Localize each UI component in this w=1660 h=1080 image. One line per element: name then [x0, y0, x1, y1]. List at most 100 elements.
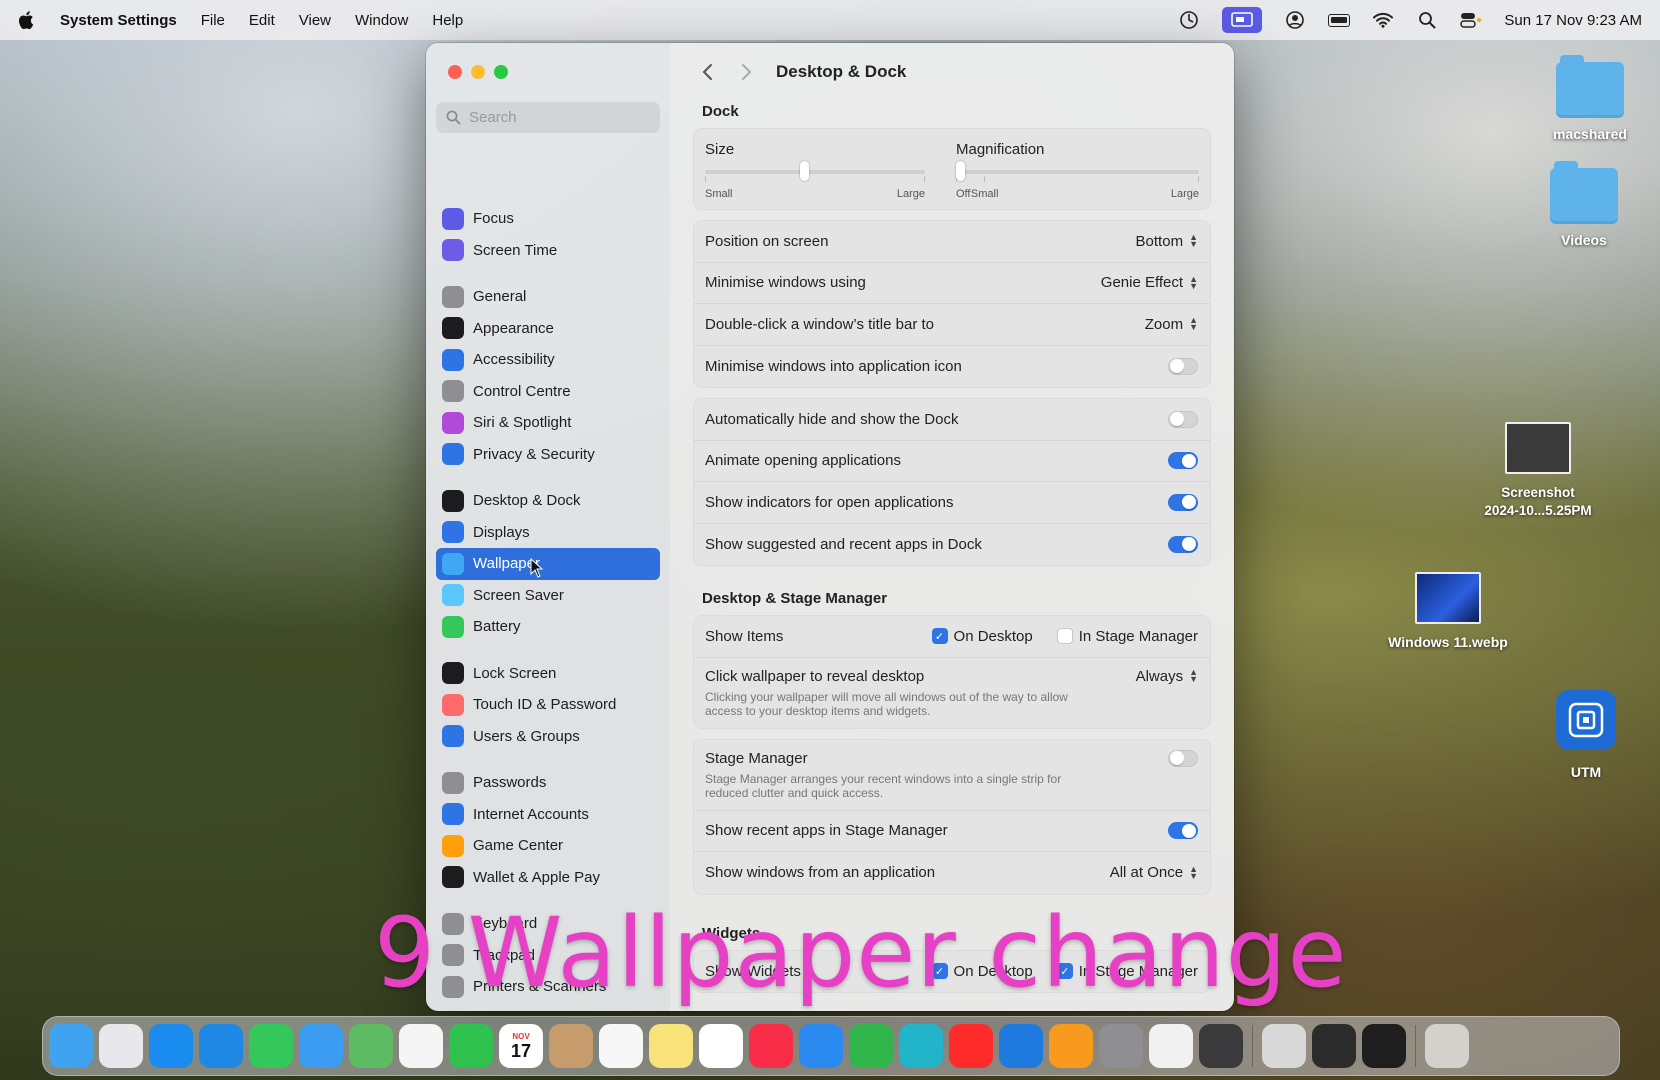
back-button[interactable] [694, 58, 722, 86]
show-recent-apps-toggle[interactable] [1168, 822, 1198, 840]
screen-mirroring-icon[interactable] [1222, 7, 1263, 33]
forward-button[interactable] [732, 58, 760, 86]
control-centre-icon[interactable] [1460, 11, 1482, 29]
chrome-icon[interactable] [1149, 1024, 1193, 1068]
desktop-item-windows11[interactable]: Windows 11.webp [1386, 572, 1510, 650]
windows-app-icon[interactable] [999, 1024, 1043, 1068]
size-slider-knob[interactable] [799, 161, 809, 181]
music-icon[interactable] [749, 1024, 793, 1068]
menu-app-name[interactable]: System Settings [60, 12, 177, 29]
setting-toggle[interactable] [1168, 535, 1198, 553]
sidebar-item-siri-spotlight[interactable]: Siri & Spotlight [436, 407, 660, 439]
setting-toggle[interactable] [1168, 452, 1198, 470]
keynote-icon[interactable] [799, 1024, 843, 1068]
row-label: Show Items [705, 627, 784, 645]
sidebar-item-displays[interactable]: Displays [436, 517, 660, 549]
setting-toggle[interactable] [1168, 493, 1198, 511]
menu-view[interactable]: View [299, 12, 331, 29]
sidebar-item-screen-time[interactable]: Screen Time [436, 235, 660, 267]
on-desktop-checkbox[interactable]: ✓ On Desktop [931, 628, 1033, 645]
sidebar-item-touch-id-password[interactable]: Touch ID & Password [436, 689, 660, 721]
zoom-button[interactable] [494, 65, 508, 79]
setting-toggle[interactable] [1168, 410, 1198, 428]
screen-time-status-icon[interactable] [1178, 11, 1200, 29]
messages-icon[interactable] [249, 1024, 293, 1068]
safari-icon[interactable] [199, 1024, 243, 1068]
in-stage-manager-checkbox[interactable]: In Stage Manager [1056, 628, 1198, 645]
finder-icon[interactable] [49, 1024, 93, 1068]
desktop-item-macshared[interactable]: macshared [1544, 55, 1636, 142]
sidebar-item-passwords[interactable]: Passwords [436, 767, 660, 799]
stage-manager-row: Stage Manager Stage Manager arranges you… [694, 740, 1210, 811]
contacts-icon[interactable] [549, 1024, 593, 1068]
sidebar-item-screen-saver[interactable]: Screen Saver [436, 580, 660, 612]
quicktime-icon[interactable] [1199, 1024, 1243, 1068]
apple-icon[interactable] [18, 11, 34, 29]
minimise-into-app-icon-toggle[interactable] [1168, 357, 1198, 375]
magnification-slider[interactable] [956, 161, 1199, 182]
wallet-icon [442, 866, 464, 889]
sidebar-item-battery[interactable]: Battery [436, 611, 660, 643]
menu-bar-clock[interactable]: Sun 17 Nov 9:23 AM [1504, 12, 1642, 29]
app-store-icon[interactable] [149, 1024, 193, 1068]
sidebar-search[interactable] [436, 102, 660, 133]
facetime-icon[interactable] [449, 1024, 493, 1068]
sidebar-item-appearance[interactable]: Appearance [436, 313, 660, 345]
pages-icon[interactable] [1049, 1024, 1093, 1068]
desktop-item-screenshot[interactable]: Screenshot 2024-10...5.25PM [1484, 422, 1592, 520]
show-windows-popup[interactable]: All at Once ▲ ▼ [1110, 864, 1198, 881]
freeform-icon[interactable] [699, 1024, 743, 1068]
desktop-item-videos[interactable]: Videos [1538, 161, 1630, 248]
photos-icon[interactable] [399, 1024, 443, 1068]
sidebar-item-accessibility[interactable]: Accessibility [436, 344, 660, 376]
desktop-item-utm[interactable]: UTM [1540, 690, 1632, 780]
sidebar-item-lock-screen[interactable]: Lock Screen [436, 658, 660, 690]
size-slider[interactable] [705, 161, 925, 182]
davinci-resolve-icon[interactable] [1312, 1024, 1356, 1068]
sidebar-item-users-groups[interactable]: Users & Groups [436, 721, 660, 753]
minimize-button[interactable] [471, 65, 485, 79]
reminders-icon[interactable] [599, 1024, 643, 1068]
sidebar-item-control-centre[interactable]: Control Centre [436, 376, 660, 408]
search-input[interactable] [469, 109, 649, 126]
minimise-effect-popup[interactable]: Genie Effect ▲ ▼ [1101, 274, 1198, 291]
launchpad-icon[interactable] [99, 1024, 143, 1068]
canva-icon[interactable] [899, 1024, 943, 1068]
sidebar-item-internet-accounts[interactable]: Internet Accounts [436, 799, 660, 831]
sidebar-item-desktop-dock[interactable]: Desktop & Dock [436, 485, 660, 517]
sidebar-item-game-center[interactable]: Game Center [436, 830, 660, 862]
sidebar-item-general[interactable]: General [436, 281, 660, 313]
sidebar-item-privacy-security[interactable]: Privacy & Security [436, 439, 660, 471]
battery-status-icon[interactable] [1328, 11, 1351, 29]
magnification-slider-knob[interactable] [956, 161, 965, 181]
system-settings-icon[interactable] [1099, 1024, 1143, 1068]
preview-icon[interactable] [1262, 1024, 1306, 1068]
menu-help[interactable]: Help [432, 12, 463, 29]
maps-icon[interactable] [349, 1024, 393, 1068]
sidebar-item-wallet-apple-pay[interactable]: Wallet & Apple Pay [436, 862, 660, 894]
gear-icon [442, 285, 464, 308]
notes-icon[interactable] [649, 1024, 693, 1068]
numbers-icon[interactable] [849, 1024, 893, 1068]
sidebar-item-wallpaper[interactable]: Wallpaper [436, 548, 660, 580]
magnification-small-label: Small [970, 188, 999, 200]
mail-icon[interactable] [299, 1024, 343, 1068]
close-button[interactable] [448, 65, 462, 79]
obs-icon[interactable] [1362, 1024, 1406, 1068]
user-account-icon[interactable] [1284, 11, 1306, 29]
calendar-icon[interactable]: NOV 17 [499, 1024, 543, 1068]
menu-file[interactable]: File [201, 12, 225, 29]
menu-window[interactable]: Window [355, 12, 408, 29]
trash-icon[interactable] [1425, 1024, 1469, 1068]
menu-edit[interactable]: Edit [249, 12, 275, 29]
position-popup[interactable]: Bottom ▲ ▼ [1136, 233, 1198, 250]
sidebar-item-label: Control Centre [473, 382, 571, 400]
stage-manager-toggle[interactable] [1168, 749, 1198, 767]
spotlight-search-icon[interactable] [1416, 11, 1438, 29]
sidebar-item-focus[interactable]: Focus [436, 203, 660, 235]
double-click-action-popup[interactable]: Zoom ▲ ▼ [1145, 316, 1198, 333]
youtube-icon[interactable] [949, 1024, 993, 1068]
click-wallpaper-popup[interactable]: Always ▲ ▼ [1136, 668, 1198, 685]
sidebar-item-label: Touch ID & Password [473, 696, 617, 714]
wifi-icon[interactable] [1372, 11, 1394, 29]
